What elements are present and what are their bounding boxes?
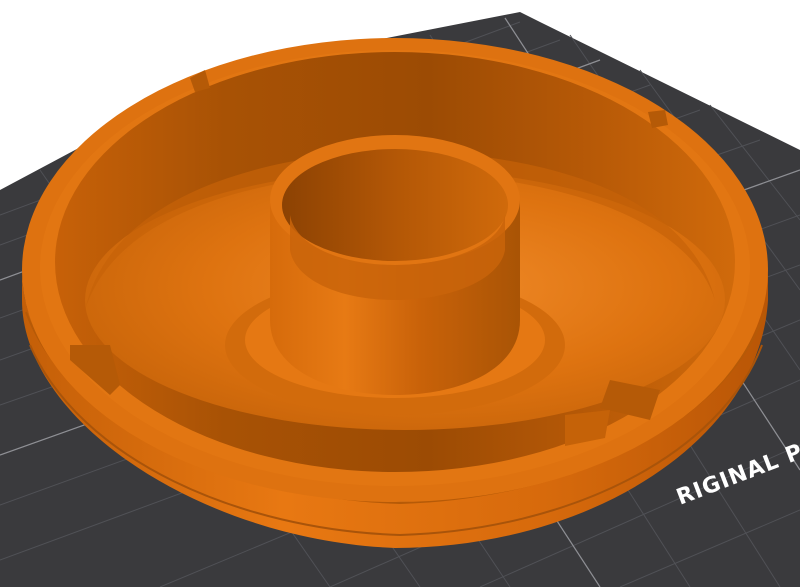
hub-bore (282, 149, 508, 261)
scene-canvas[interactable]: RIGINAL PRU (0, 0, 800, 587)
3d-viewport[interactable]: RIGINAL PRU (0, 0, 800, 587)
